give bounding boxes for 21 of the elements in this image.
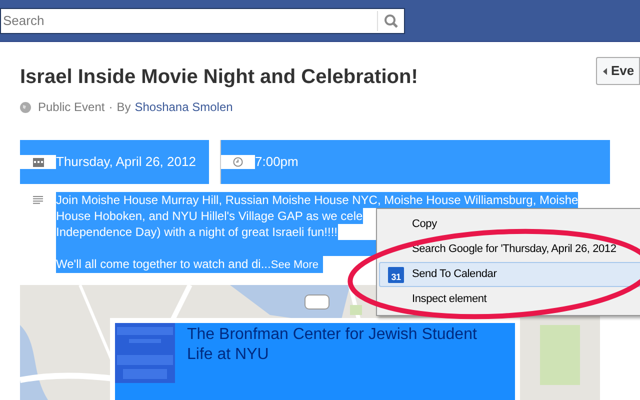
menu-item[interactable]: Copy xyxy=(379,212,640,237)
by-label: By xyxy=(116,99,131,116)
separator-dot: · xyxy=(108,99,113,116)
description-teaser: We'll all come together to watch and di... xyxy=(56,256,271,272)
event-date: Thursday, April 26, 2012 xyxy=(56,153,197,172)
description-icon xyxy=(33,196,43,204)
menu-item[interactable]: Search Google for 'Thursday, April 26, 2012 xyxy=(379,237,640,262)
event-time: 7:00pm xyxy=(255,153,298,172)
event-title: Israel Inside Movie Night and Celebration! xyxy=(20,65,418,90)
caret-icon xyxy=(603,68,607,74)
calendar-icon: 31 xyxy=(388,266,404,282)
search-field[interactable]: Search xyxy=(1,11,377,31)
globe-icon xyxy=(20,102,31,112)
calendar-icon xyxy=(32,158,44,166)
search-icon[interactable] xyxy=(384,14,398,28)
clock-icon xyxy=(233,157,243,167)
side-button[interactable]: Eve xyxy=(596,57,640,85)
host-link[interactable]: Shoshana Smolen xyxy=(134,98,233,116)
menu-item[interactable]: 31 Send To Calendar xyxy=(379,262,640,287)
privacy-label: Public Event xyxy=(38,99,105,116)
search-box[interactable]: Search xyxy=(0,8,405,34)
